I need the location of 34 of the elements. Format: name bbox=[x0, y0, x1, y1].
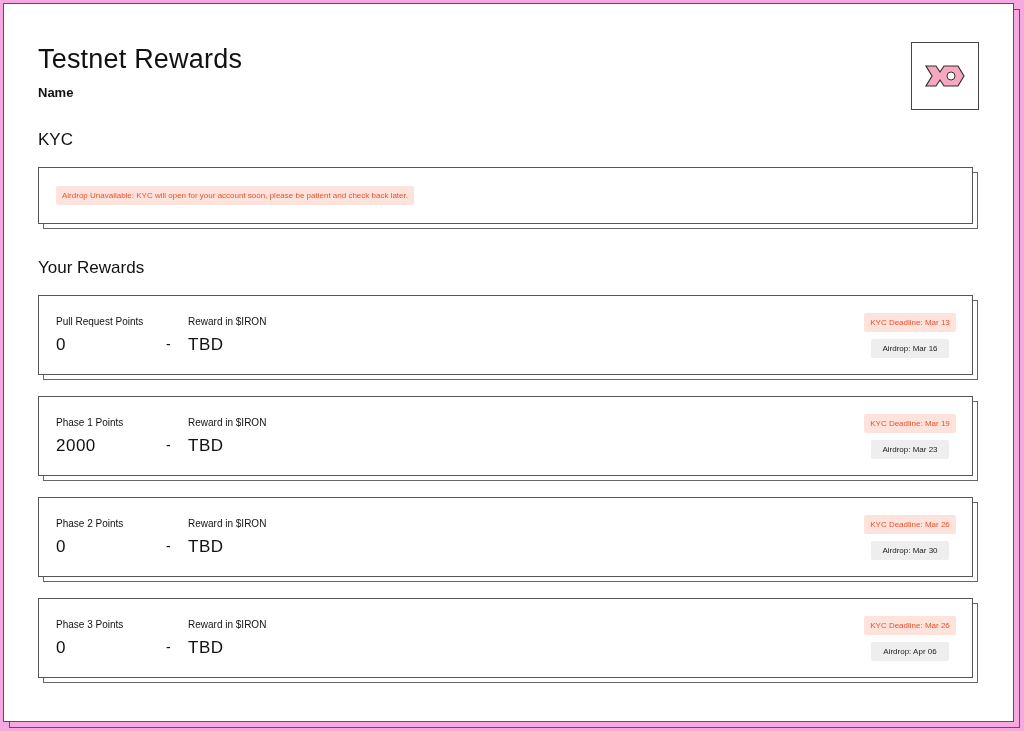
separator: - bbox=[166, 538, 171, 554]
separator: - bbox=[166, 437, 171, 453]
section-heading: Your Rewards bbox=[38, 258, 145, 278]
name-label: Name bbox=[38, 85, 74, 100]
reward-label: Reward in $IRON bbox=[188, 315, 268, 327]
kyc-notice: Airdrop Unavailable: KYC will open for your account soon, please be patient and check back later. bbox=[56, 186, 414, 205]
airdrop-tag: Airdrop: Mar 30 bbox=[871, 540, 949, 560]
deadline-tag: KYC Deadline: Mar 19 bbox=[864, 413, 956, 433]
points-value: 0 bbox=[56, 637, 67, 658]
points-value: 0 bbox=[56, 334, 67, 355]
reward-label: Reward in $IRON bbox=[188, 416, 268, 428]
section-heading: KYC bbox=[38, 130, 73, 150]
reward-value: TBD bbox=[188, 637, 225, 658]
reward-value: TBD bbox=[188, 334, 225, 355]
deadline-tag: KYC Deadline: Mar 26 bbox=[864, 514, 956, 534]
deadline-tag: KYC Deadline: Mar 13 bbox=[864, 312, 956, 332]
points-value: 2000 bbox=[56, 435, 97, 456]
logo-icon bbox=[924, 63, 966, 89]
page-title: Testnet Rewards bbox=[38, 44, 243, 75]
points-label: Phase 1 Points bbox=[56, 416, 125, 428]
points-value: 0 bbox=[56, 536, 67, 557]
reward-value: TBD bbox=[188, 536, 225, 557]
points-label: Phase 3 Points bbox=[56, 618, 125, 630]
reward-label: Reward in $IRON bbox=[188, 618, 268, 630]
points-label: Phase 2 Points bbox=[56, 517, 125, 529]
deadline-tag: KYC Deadline: Mar 26 bbox=[864, 615, 956, 635]
airdrop-tag: Airdrop: Mar 16 bbox=[871, 338, 949, 358]
separator: - bbox=[166, 639, 171, 655]
reward-value: TBD bbox=[188, 435, 225, 456]
separator: - bbox=[166, 336, 171, 352]
reward-label: Reward in $IRON bbox=[188, 517, 268, 529]
points-label: Pull Request Points bbox=[56, 315, 145, 327]
airdrop-tag: Airdrop: Apr 06 bbox=[871, 641, 949, 661]
airdrop-tag: Airdrop: Mar 23 bbox=[871, 439, 949, 459]
